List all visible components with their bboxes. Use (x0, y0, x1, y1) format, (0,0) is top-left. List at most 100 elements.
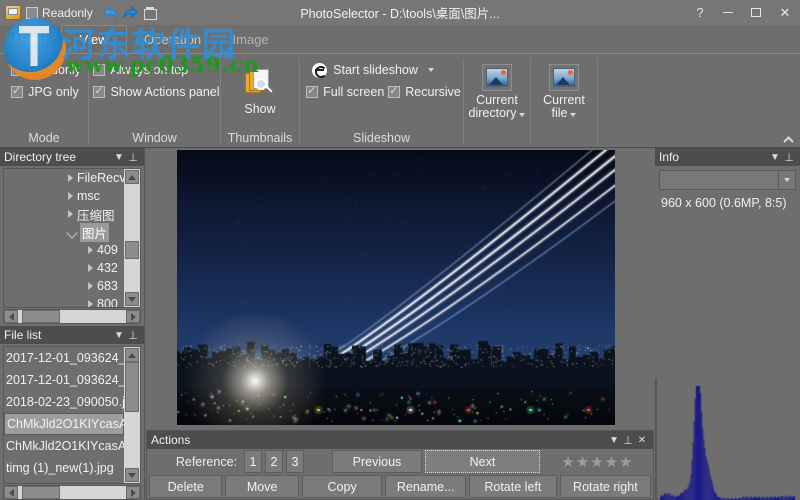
delete-button[interactable]: Delete (149, 475, 222, 498)
tree-item-tupian[interactable]: 图片 (4, 223, 124, 241)
close-button[interactable]: ✕ (770, 0, 800, 25)
checkbox-jpg-only[interactable]: JPG only (7, 81, 81, 103)
tree-item-msc[interactable]: msc (4, 187, 124, 205)
qat-readonly-box[interactable] (26, 7, 38, 19)
star-2[interactable]: ★ (576, 453, 589, 471)
pin-icon[interactable]: ⊥ (126, 151, 140, 164)
customize-toolbar-icon[interactable] (143, 6, 157, 20)
minimize-button[interactable] (714, 0, 742, 25)
checkbox-readonly-box[interactable] (11, 64, 23, 76)
chevron-down-icon[interactable]: ▼ (768, 152, 782, 163)
tab-view[interactable]: View (61, 25, 127, 53)
pin-icon[interactable]: ⊥ (126, 329, 140, 342)
file-list-horizontal-scrollbar[interactable] (3, 485, 141, 500)
current-directory-button[interactable]: Current directory (466, 62, 528, 120)
chevron-right-icon[interactable] (88, 246, 93, 254)
scroll-up-button[interactable] (125, 348, 139, 362)
scroll-right-button[interactable] (126, 310, 140, 323)
chevron-right-icon[interactable] (68, 192, 73, 200)
show-thumbnails-button[interactable]: Show (229, 67, 291, 116)
image-viewer[interactable] (146, 148, 654, 430)
star-5[interactable]: ★ (619, 453, 632, 471)
chevron-right-icon[interactable] (88, 264, 93, 272)
help-button[interactable]: ? (686, 0, 714, 25)
checkbox-readonly[interactable]: Readonly (7, 59, 81, 81)
maximize-button[interactable] (742, 0, 770, 25)
chevron-down-icon[interactable] (519, 113, 525, 117)
pin-icon[interactable]: ⊥ (621, 434, 635, 447)
checkbox-always-on-top-box[interactable] (93, 64, 105, 76)
forward-arrow-icon[interactable] (122, 5, 139, 20)
next-button[interactable]: Next (425, 450, 540, 473)
checkbox-full-screen[interactable]: Full screen (302, 81, 384, 103)
back-arrow-icon[interactable] (102, 5, 119, 20)
list-item[interactable]: ChMkJld2O1KIYcasAA (4, 435, 124, 457)
previous-button[interactable]: Previous (332, 450, 422, 473)
chevron-right-icon[interactable] (68, 210, 73, 218)
star-1[interactable]: ★ (561, 453, 574, 471)
move-button[interactable]: Move (225, 475, 298, 498)
tree-item-yasuotu[interactable]: 压缩图 (4, 205, 124, 223)
tab-image[interactable]: Image (219, 25, 283, 53)
checkbox-show-actions-panel[interactable]: Show Actions panel (89, 81, 219, 103)
tree-item-409[interactable]: 409 (4, 241, 124, 259)
checkbox-always-on-top[interactable]: Always on top (89, 59, 219, 81)
checkbox-full-screen-box[interactable] (306, 86, 318, 98)
pin-icon[interactable]: ⊥ (782, 151, 796, 164)
info-combo[interactable] (659, 170, 796, 190)
close-icon[interactable]: ✕ (635, 435, 649, 446)
chevron-right-icon[interactable] (68, 174, 73, 182)
star-4[interactable]: ★ (605, 453, 618, 471)
list-item[interactable]: timg (3).jpg (4, 479, 124, 483)
tree-item-683[interactable]: 683 (4, 277, 124, 295)
current-file-button[interactable]: Current file (533, 62, 595, 120)
list-item[interactable]: 2018-02-23_090050.jp (4, 391, 124, 413)
directory-tree-body[interactable]: FileRecv msc 压缩图 图片 409 432 683 800 (3, 168, 141, 308)
chevron-down-icon[interactable]: ▼ (607, 435, 621, 446)
scroll-thumb[interactable] (22, 486, 60, 499)
scroll-left-button[interactable] (4, 310, 18, 323)
scroll-left-button[interactable] (4, 486, 18, 499)
tab-menu[interactable]: Menu (0, 25, 61, 53)
scroll-thumb[interactable] (125, 241, 139, 259)
ribbon-collapse-button[interactable] (782, 133, 794, 145)
scroll-thumb[interactable] (22, 310, 60, 323)
file-list-vertical-scrollbar[interactable] (124, 347, 140, 483)
star-3[interactable]: ★ (590, 453, 603, 471)
chevron-down-icon[interactable] (778, 171, 795, 189)
tab-operation[interactable]: Operation (127, 25, 219, 53)
list-item-selected[interactable]: ChMkJld2O1KIYcasAA (4, 413, 124, 435)
tree-item-filerecv[interactable]: FileRecv (4, 169, 124, 187)
start-slideshow-button[interactable]: Start slideshow (302, 59, 461, 81)
list-item[interactable]: timg (1)_new(1).jpg (4, 457, 124, 479)
rename-button[interactable]: Rename... (385, 475, 466, 498)
chevron-right-icon[interactable] (88, 282, 93, 290)
chevron-down-icon[interactable] (68, 228, 76, 236)
star-rating[interactable]: ★ ★ ★ ★ ★ (543, 450, 651, 473)
reference-button-2[interactable]: 2 (265, 450, 283, 473)
chevron-down-icon[interactable]: ▼ (112, 330, 126, 341)
file-list-body[interactable]: 2017-12-01_093624_lz 2017-12-01_093624_N… (3, 346, 141, 484)
tree-item-800[interactable]: 800 (4, 295, 124, 307)
directory-tree-horizontal-scrollbar[interactable] (3, 309, 141, 324)
scroll-down-button[interactable] (125, 292, 139, 306)
checkbox-jpg-only-box[interactable] (11, 86, 23, 98)
qat-readonly-checkbox[interactable]: Readonly (26, 6, 93, 20)
chevron-right-icon[interactable] (88, 300, 93, 307)
scroll-thumb[interactable] (125, 362, 139, 412)
night-airport-light-trails-photo[interactable] (177, 150, 615, 425)
directory-tree-vertical-scrollbar[interactable] (124, 169, 140, 307)
scroll-down-button[interactable] (125, 468, 139, 482)
list-item[interactable]: 2017-12-01_093624_N (4, 369, 124, 391)
copy-button[interactable]: Copy (302, 475, 383, 498)
chevron-down-icon[interactable]: ▼ (112, 152, 126, 163)
rotate-right-button[interactable]: Rotate right (560, 475, 651, 498)
scroll-up-button[interactable] (125, 170, 139, 184)
reference-button-3[interactable]: 3 (286, 450, 304, 473)
scroll-right-button[interactable] (126, 486, 140, 499)
tree-item-432[interactable]: 432 (4, 259, 124, 277)
chevron-down-icon[interactable] (570, 113, 576, 117)
rotate-left-button[interactable]: Rotate left (469, 475, 557, 498)
checkbox-recursive[interactable]: Recursive (384, 81, 461, 103)
reference-button-1[interactable]: 1 (244, 450, 262, 473)
